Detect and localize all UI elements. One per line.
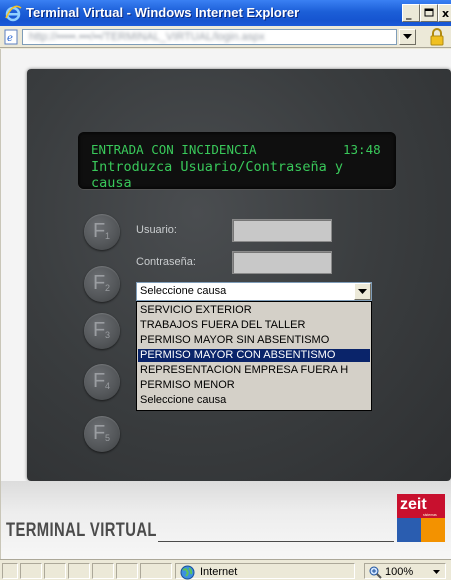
close-button[interactable]: x [438, 4, 451, 22]
chevron-down-icon [358, 289, 367, 294]
lcd-message-line2: causa [91, 175, 132, 191]
causa-dropdown-list[interactable]: SERVICIO EXTERIOR TRABAJOS FUERA DEL TAL… [136, 301, 372, 411]
status-segment [20, 563, 42, 579]
logo-blue-block [397, 518, 421, 542]
causa-option-highlighted[interactable]: PERMISO MAYOR CON ABSENTISMO [138, 349, 370, 362]
logo-text: zeit [400, 496, 427, 513]
status-segment [44, 563, 66, 579]
address-bar: e http://•••••.•••/••/TERMINAL_VIRTUAL/l… [0, 26, 451, 48]
lcd-display: ENTRADA CON INCIDENCIA 13:48 Introduzca … [78, 132, 396, 191]
causa-dropdown-button[interactable] [354, 283, 371, 300]
f1-number: 1 [105, 231, 111, 241]
status-segment [2, 563, 18, 579]
close-icon: x [442, 7, 450, 20]
usuario-label: Usuario: [136, 224, 177, 236]
status-segment [68, 563, 90, 579]
chevron-down-icon [403, 34, 412, 39]
address-dropdown-button[interactable] [399, 29, 416, 45]
causa-selected-value: Seleccione causa [140, 285, 227, 297]
address-text: http://•••••.•••/••/TERMINAL_VIRTUAL/log… [29, 31, 265, 43]
status-bar: Internet 100% [0, 559, 451, 580]
zoom-level: 100% [385, 566, 414, 578]
causa-option[interactable]: PERMISO MENOR [138, 379, 370, 392]
logo-orange-block [421, 518, 445, 542]
causa-option[interactable]: SERVICIO EXTERIOR [138, 304, 370, 317]
f3-letter: F [93, 319, 106, 341]
logo-subtext: sistemas [423, 513, 437, 517]
page-icon: e [4, 29, 18, 45]
f4-letter: F [93, 370, 106, 392]
chevron-down-icon [433, 570, 440, 574]
zone-text: Internet [200, 566, 238, 578]
causa-option[interactable]: REPRESENTACION EMPRESA FUERA H [138, 364, 370, 377]
f5-letter: F [93, 422, 106, 444]
contrasena-label: Contraseña: [136, 256, 196, 268]
f1-key[interactable]: F1 [84, 214, 120, 250]
brand-underline [158, 541, 394, 542]
status-segment [116, 563, 138, 579]
zoom-icon [369, 566, 382, 579]
title-bar[interactable]: Terminal Virtual - Windows Internet Expl… [0, 0, 451, 26]
contrasena-input[interactable] [232, 251, 332, 274]
maximize-icon [424, 8, 434, 17]
svg-text:e: e [7, 33, 13, 44]
lcd-time: 13:48 [343, 142, 381, 157]
f4-key[interactable]: F4 [84, 364, 120, 400]
causa-option[interactable]: Seleccione causa [138, 394, 370, 407]
zoom-control[interactable]: 100% [364, 563, 446, 579]
minimize-icon: _ [406, 7, 412, 20]
address-input[interactable]: http://•••••.•••/••/TERMINAL_VIRTUAL/log… [22, 29, 397, 45]
f2-key[interactable]: F2 [84, 266, 120, 302]
f5-number: 5 [105, 433, 111, 443]
maximize-button[interactable] [420, 4, 438, 22]
lcd-message-line1: Introduzca Usuario/Contraseña y [91, 159, 343, 175]
f2-letter: F [93, 272, 106, 294]
lcd-title: ENTRADA CON INCIDENCIA [91, 142, 257, 157]
causa-select[interactable]: Seleccione causa [136, 282, 372, 301]
f3-key[interactable]: F3 [84, 313, 120, 349]
f5-key[interactable]: F5 [84, 416, 120, 452]
usuario-input[interactable] [232, 219, 332, 242]
security-zone[interactable]: Internet [175, 563, 355, 580]
minimize-button[interactable]: _ [402, 4, 420, 22]
globe-icon [180, 565, 195, 580]
ie-icon [5, 5, 22, 22]
terminal-virtual-label: TERMINAL VIRTUAL [6, 520, 157, 541]
status-segment [92, 563, 114, 579]
f3-number: 3 [105, 330, 111, 340]
window-title: Terminal Virtual - Windows Internet Expl… [26, 5, 300, 20]
lock-icon[interactable] [428, 28, 446, 46]
causa-option[interactable]: PERMISO MAYOR SIN ABSENTISMO [138, 334, 370, 347]
status-segment [140, 563, 172, 579]
zeit-logo: zeit sistemas [397, 494, 445, 542]
f2-number: 2 [105, 283, 111, 293]
f1-letter: F [93, 220, 106, 242]
f4-number: 4 [105, 381, 111, 391]
causa-option[interactable]: TRABAJOS FUERA DEL TALLER [138, 319, 370, 332]
